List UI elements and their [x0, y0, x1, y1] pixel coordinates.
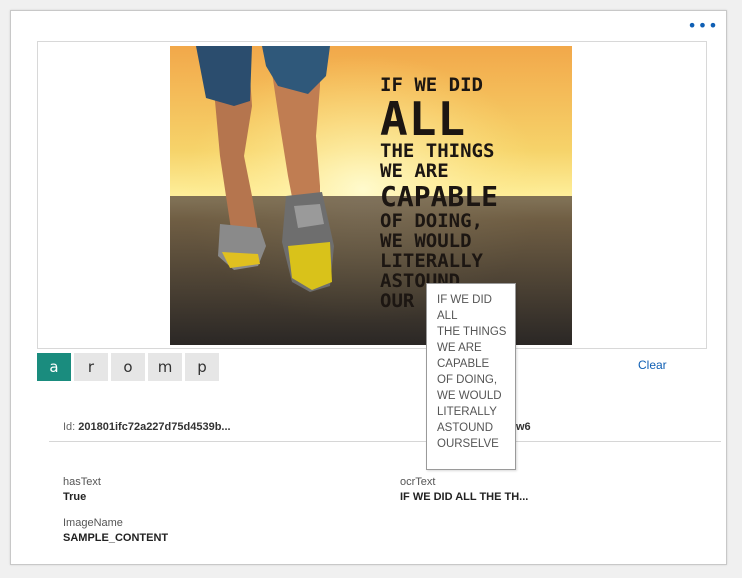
quote-line: ALL	[380, 91, 467, 146]
quote-line: LITERALLY	[380, 249, 483, 272]
tooltip-line: WE WOULD	[437, 390, 502, 402]
clear-link[interactable]: Clear	[638, 358, 667, 372]
id-value: 201801ifc72a227d75d4539b...	[78, 421, 231, 433]
tooltip-line: WE ARE	[437, 342, 482, 354]
tooltip-line: OURSELVE	[437, 438, 499, 450]
quote-line: WE ARE	[380, 159, 449, 182]
hastext-field: hasText True	[63, 476, 101, 503]
ocrtext-value: IF WE DID ALL THE TH...	[400, 491, 529, 503]
tag-r[interactable]: r	[74, 353, 108, 381]
id-row: Id: 201801ifc72a227d75d4539b...	[63, 421, 231, 433]
tag-a[interactable]: a	[37, 353, 71, 381]
tag-o[interactable]: o	[111, 353, 145, 381]
ocrtext-label: ocrText	[400, 476, 436, 488]
quote-line: THE THINGS	[380, 139, 495, 162]
tag-filter-bar: a r o m p	[37, 353, 219, 381]
ocrtext-field: ocrText IF WE DID ALL THE TH...	[400, 476, 528, 503]
imagename-label: ImageName	[63, 517, 123, 529]
tooltip-line: IF WE DID	[437, 294, 492, 306]
divider	[49, 441, 721, 442]
more-options-icon[interactable]: •••	[687, 18, 717, 34]
imagename-field: ImageName SAMPLE_CONTENT	[63, 517, 168, 544]
hastext-label: hasText	[63, 476, 101, 488]
tooltip-line: ASTOUND	[437, 422, 494, 434]
tag-m[interactable]: m	[148, 353, 182, 381]
tooltip-line: THE THINGS	[437, 326, 507, 338]
imagename-value: SAMPLE_CONTENT	[63, 532, 169, 544]
tag-p[interactable]: p	[185, 353, 219, 381]
quote-overlay-text: IF WE DID ALL THE THINGS WE ARE CAPABLE …	[380, 75, 499, 312]
tooltip-line: ALL	[437, 310, 458, 322]
tooltip-line: CAPABLE	[437, 358, 490, 370]
image-preview-frame: IF WE DID ALL THE THINGS WE ARE CAPABLE …	[37, 41, 707, 349]
id-label: Id:	[63, 421, 76, 433]
quote-line: OF DOING,	[380, 209, 483, 232]
content-panel: ••• IF WE DID ALL THE THINGS WE ARE CAPA…	[10, 10, 727, 565]
quote-line: WE WOULD	[380, 229, 472, 252]
id-right-fragment: w6	[516, 421, 531, 433]
hastext-value: True	[63, 491, 87, 503]
quote-line: CAPABLE	[380, 179, 499, 213]
tooltip-line: LITERALLY	[437, 406, 497, 418]
tooltip-line: OF DOING,	[437, 374, 498, 386]
ocr-text-tooltip: IF WE DID ALL THE THINGS WE ARE CAPABLE …	[426, 283, 516, 470]
